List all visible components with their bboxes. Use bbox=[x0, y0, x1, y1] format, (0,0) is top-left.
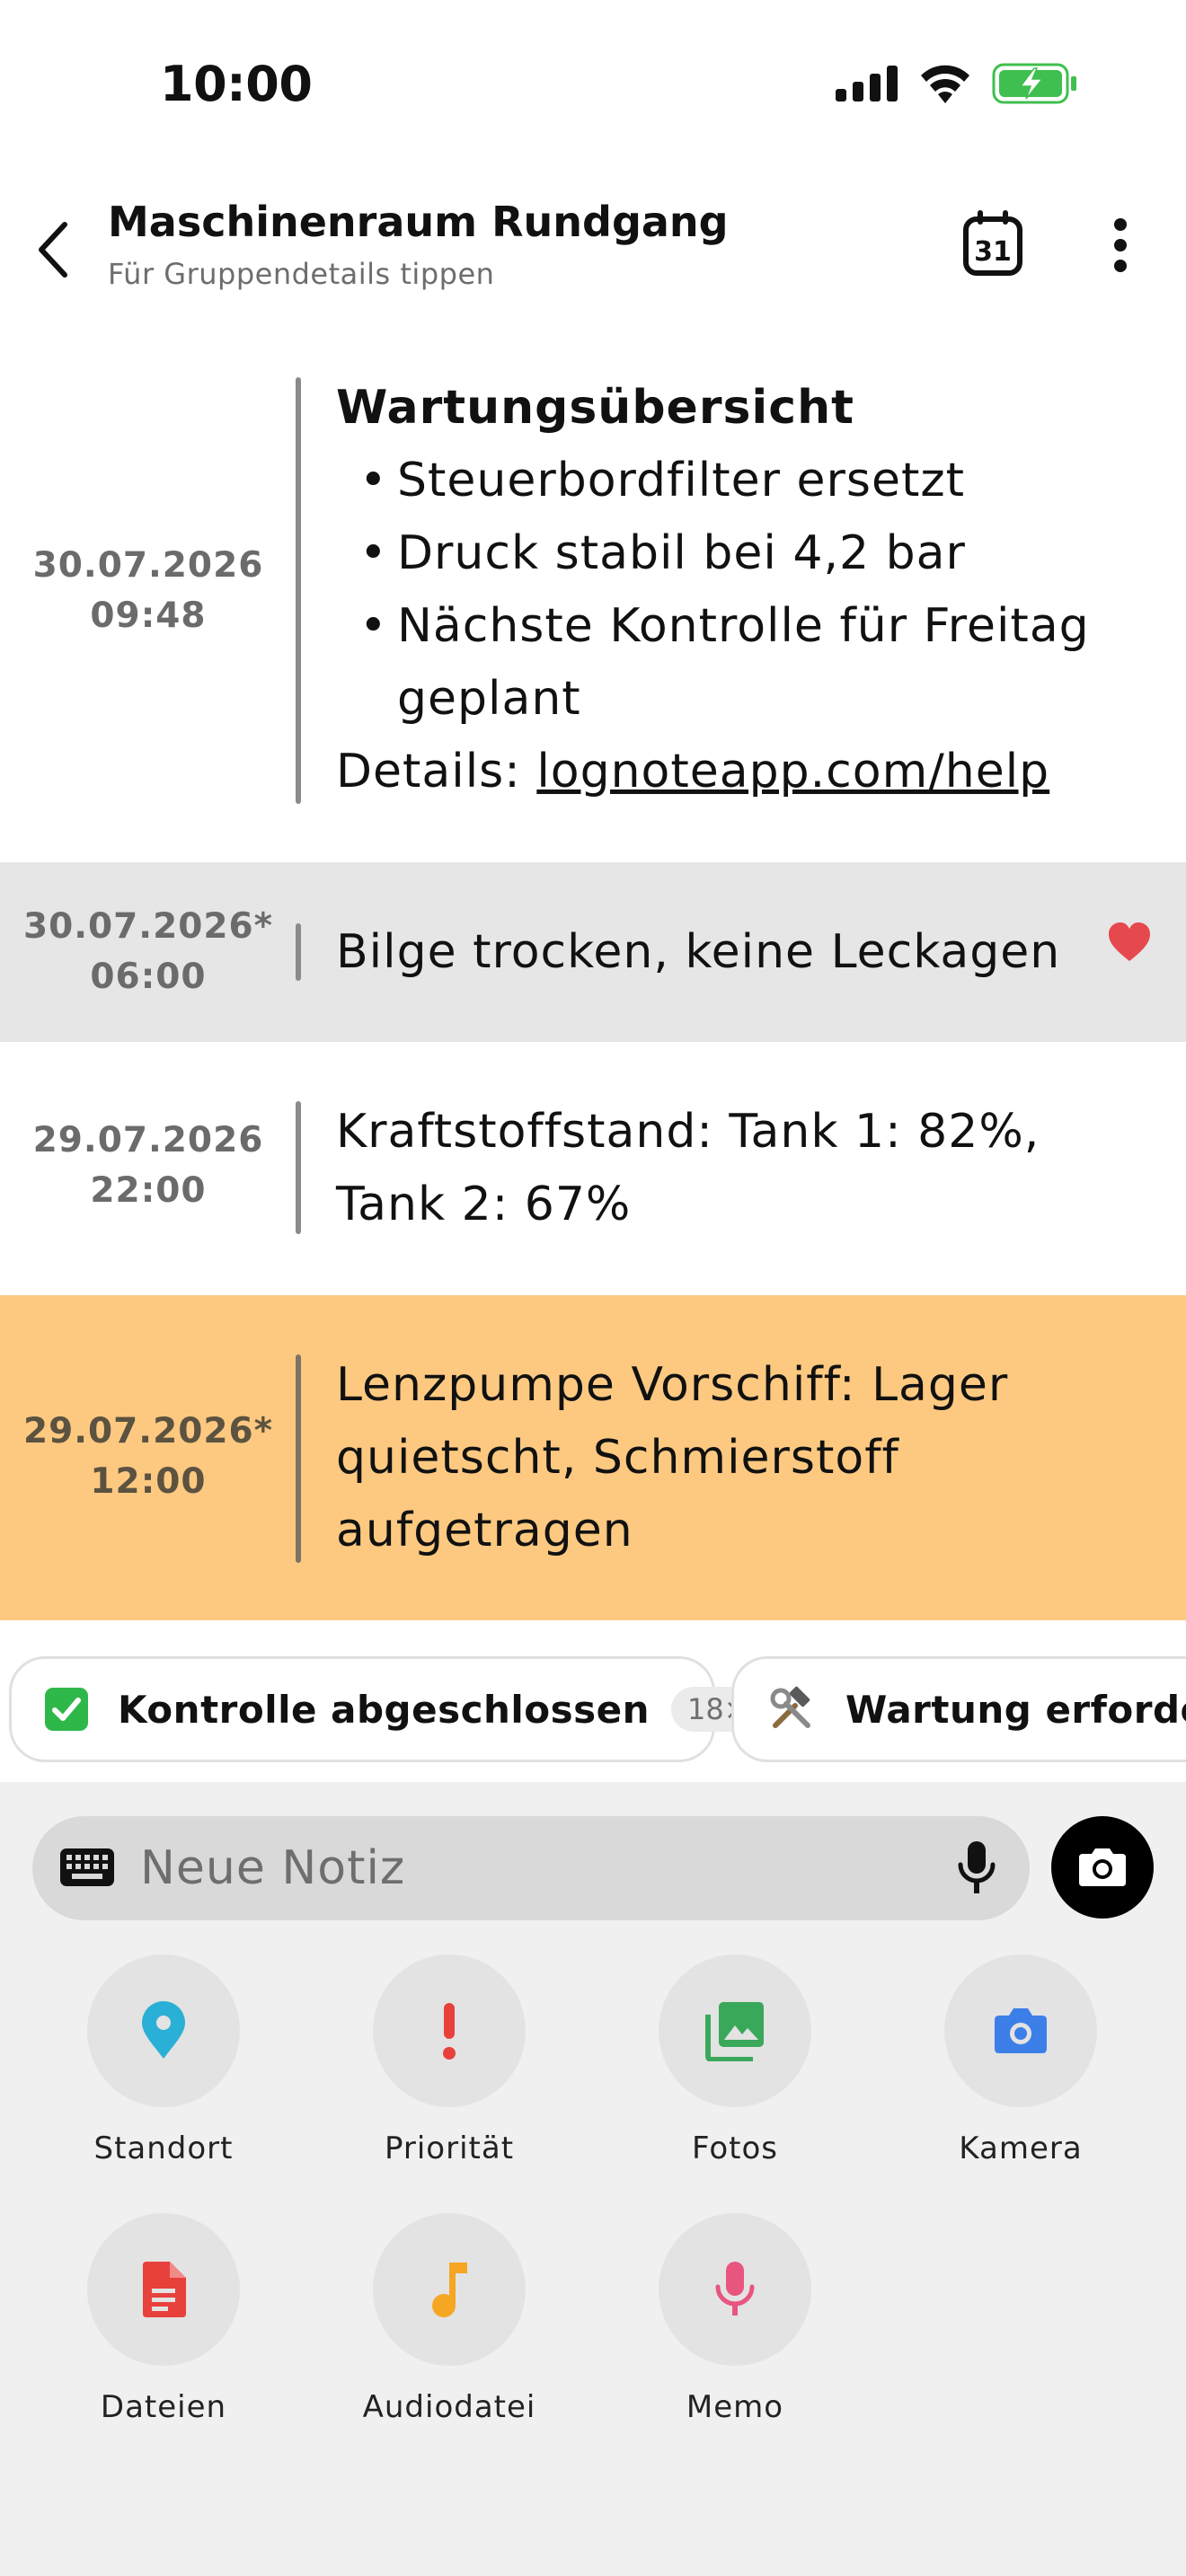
attach-memo[interactable]: Memo bbox=[627, 2213, 843, 2425]
attach-label: Dateien bbox=[100, 2389, 227, 2425]
group-subtitle[interactable]: Für Gruppendetails tippen bbox=[108, 257, 494, 291]
battery-charging-icon bbox=[992, 63, 1076, 104]
details-label: Details: bbox=[336, 745, 537, 798]
attach-fotos[interactable]: Fotos bbox=[627, 1954, 843, 2166]
favorite-heart-icon[interactable] bbox=[1107, 922, 1152, 963]
check-box-icon bbox=[44, 1684, 89, 1734]
note-date: 29.07.2026* bbox=[22, 1411, 274, 1451]
note-divider bbox=[296, 1101, 301, 1234]
chip-wartung-erforderlich[interactable]: Wartung erforderli bbox=[731, 1656, 1186, 1762]
note-timestamp: 29.07.2026* 12:00 bbox=[0, 1407, 296, 1507]
camera-button[interactable] bbox=[1051, 1816, 1154, 1919]
chip-label: Wartung erforderli bbox=[845, 1687, 1186, 1732]
wifi-icon bbox=[921, 65, 969, 103]
document-icon bbox=[143, 2262, 186, 2317]
calendar-day: 31 bbox=[974, 236, 1012, 268]
attach-label: Fotos bbox=[692, 2130, 778, 2166]
back-arrow-icon[interactable] bbox=[32, 214, 75, 286]
status-icons bbox=[836, 63, 1078, 104]
note-time: 09:48 bbox=[90, 595, 207, 636]
attach-kamera[interactable]: Kamera bbox=[913, 1954, 1128, 2166]
note-bullet: Nächste Kontrolle für Freitag geplant bbox=[336, 590, 1145, 736]
attach-dateien-circle[interactable] bbox=[87, 2213, 240, 2366]
quick-chips-row: Kontrolle abgeschlossen 18× Wartung erfo… bbox=[0, 1620, 1186, 1782]
microphone-icon bbox=[715, 2262, 755, 2316]
note-item[interactable]: 30.07.2026 09:48 Wartungsübersicht Steue… bbox=[0, 341, 1186, 862]
note-date: 29.07.2026 bbox=[32, 1120, 264, 1160]
group-title[interactable]: Maschinenraum Rundgang bbox=[108, 198, 729, 246]
photos-icon bbox=[705, 2002, 764, 2061]
note-bullet: Steuerbordfilter ersetzt bbox=[336, 445, 1145, 517]
chip-label: Kontrolle abgeschlossen bbox=[118, 1687, 650, 1732]
attach-label: Kamera bbox=[959, 2130, 1083, 2166]
note-divider bbox=[296, 923, 301, 981]
attach-audiodatei[interactable]: Audiodatei bbox=[341, 2213, 557, 2425]
attach-standort-circle[interactable] bbox=[87, 1954, 240, 2107]
music-note-icon bbox=[432, 2263, 467, 2317]
note-item[interactable]: 29.07.2026 22:00 Kraftstoffstand: Tank 1… bbox=[0, 1042, 1186, 1295]
attach-prioritaet-circle[interactable] bbox=[373, 1954, 526, 2107]
note-content: Kraftstoffstand: Tank 1: 82%, Tank 2: 67… bbox=[336, 1105, 1040, 1231]
microphone-icon[interactable] bbox=[956, 1839, 997, 1897]
calendar-icon[interactable]: 31 bbox=[961, 207, 1024, 278]
exclamation-icon bbox=[443, 2003, 456, 2060]
note-heading: Wartungsübersicht bbox=[336, 381, 854, 435]
hammer-wrench-icon bbox=[766, 1684, 817, 1734]
attach-kamera-circle[interactable] bbox=[944, 1954, 1097, 2107]
note-content: Wartungsübersicht Steuerbordfilter erset… bbox=[336, 372, 1145, 808]
attach-standort[interactable]: Standort bbox=[56, 1954, 271, 2166]
signal-icon bbox=[836, 66, 898, 101]
status-bar: 10:00 bbox=[0, 0, 1186, 171]
chat-header: Maschinenraum Rundgang Für Gruppendetail… bbox=[0, 171, 1186, 341]
attach-fotos-circle[interactable] bbox=[659, 1954, 811, 2107]
details-link[interactable]: lognoteapp.com/help bbox=[536, 745, 1049, 798]
note-time: 22:00 bbox=[90, 1170, 207, 1211]
attach-prioritaet[interactable]: Priorität bbox=[341, 1954, 557, 2166]
camera-icon bbox=[995, 2008, 1047, 2053]
note-date: 30.07.2026* bbox=[22, 906, 274, 947]
composer-panel: Neue Notiz Standort Priorität Fotos Kame… bbox=[0, 1782, 1186, 2576]
attach-audiodatei-circle[interactable] bbox=[373, 2213, 526, 2366]
note-timestamp: 30.07.2026* 06:00 bbox=[0, 902, 296, 1002]
note-item[interactable]: 29.07.2026* 12:00 Lenzpumpe Vorschiff: L… bbox=[0, 1295, 1186, 1620]
attach-memo-circle[interactable] bbox=[659, 2213, 811, 2366]
attach-dateien[interactable]: Dateien bbox=[56, 2213, 271, 2425]
keyboard-icon[interactable] bbox=[59, 1845, 115, 1890]
status-time: 10:00 bbox=[160, 56, 313, 112]
note-item[interactable]: 30.07.2026* 06:00 Bilge trocken, keine L… bbox=[0, 862, 1186, 1042]
attach-label: Memo bbox=[686, 2389, 784, 2425]
attach-label: Standort bbox=[93, 2130, 234, 2166]
location-pin-icon bbox=[142, 2001, 185, 2059]
camera-icon bbox=[1079, 1848, 1126, 1886]
note-divider bbox=[296, 1354, 301, 1563]
note-content: Lenzpumpe Vorschiff: Lager quietscht, Sc… bbox=[336, 1358, 1009, 1557]
note-date: 30.07.2026 bbox=[32, 545, 264, 586]
note-input[interactable]: Neue Notiz bbox=[32, 1816, 1030, 1920]
note-timestamp: 29.07.2026 22:00 bbox=[0, 1116, 296, 1216]
note-content: Bilge trocken, keine Leckagen bbox=[336, 925, 1061, 979]
attach-label: Priorität bbox=[384, 2130, 515, 2166]
attach-label: Audiodatei bbox=[362, 2389, 536, 2425]
note-timestamp: 30.07.2026 09:48 bbox=[0, 541, 296, 641]
note-time: 06:00 bbox=[90, 957, 207, 997]
note-input-placeholder: Neue Notiz bbox=[140, 1841, 406, 1895]
note-divider bbox=[296, 377, 301, 804]
note-bullet: Druck stabil bei 4,2 bar bbox=[336, 517, 1145, 590]
more-options-icon[interactable] bbox=[1098, 214, 1143, 277]
chip-kontrolle-abgeschlossen[interactable]: Kontrolle abgeschlossen 18× bbox=[9, 1656, 765, 1762]
note-time: 12:00 bbox=[90, 1461, 207, 1502]
note-details: Details: lognoteapp.com/help bbox=[336, 736, 1145, 808]
